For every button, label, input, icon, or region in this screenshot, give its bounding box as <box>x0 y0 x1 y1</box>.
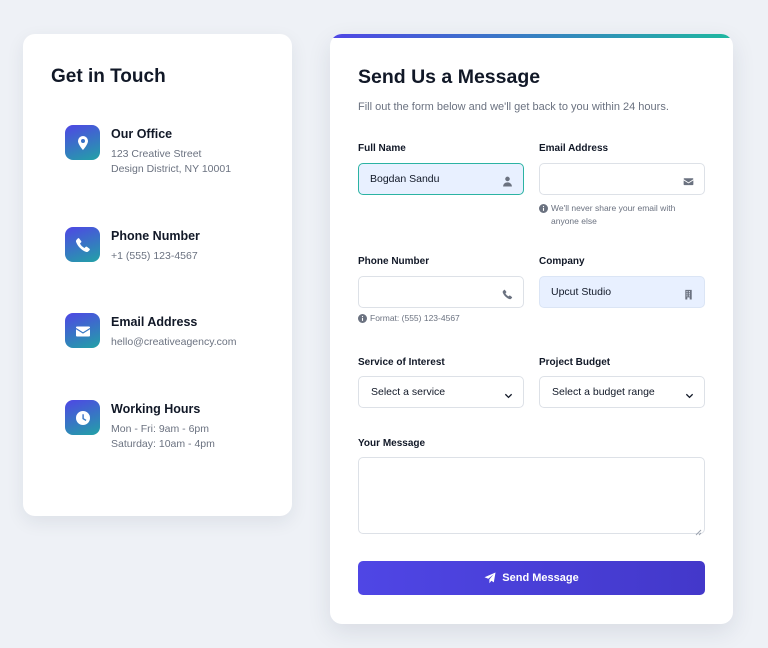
info-circle-icon <box>358 314 367 323</box>
envelope-icon <box>65 313 100 348</box>
resize-grip-icon[interactable] <box>694 523 702 536</box>
user-icon <box>502 174 513 187</box>
service-select[interactable]: Select a service <box>358 376 524 408</box>
info-line: +1 (555) 123-4567 <box>111 250 198 262</box>
info-label: Email Address <box>111 315 198 329</box>
service-field: Service of Interest Select a service <box>358 356 524 408</box>
info-label: Working Hours <box>111 402 201 416</box>
phone-input[interactable] <box>358 276 524 308</box>
chevron-down-icon <box>685 388 694 399</box>
company-label: Company <box>539 256 585 267</box>
company-value: Upcut Studio <box>551 286 612 298</box>
email-label: Email Address <box>539 143 609 154</box>
service-selected: Select a service <box>371 386 446 398</box>
full-name-value: Bogdan Sandu <box>370 173 440 185</box>
phone-icon <box>65 227 100 262</box>
phone-label: Phone Number <box>358 256 430 267</box>
info-label: Phone Number <box>111 229 200 243</box>
email-input[interactable] <box>539 163 705 195</box>
contact-info-card: Get in Touch Our Office 123 Creative Str… <box>23 34 292 516</box>
info-line: hello@creativeagency.com <box>111 336 237 348</box>
info-line: 123 Creative Street <box>111 148 202 160</box>
phone-hint: Format: (555) 123-4567 <box>358 312 524 325</box>
phone-hint-text: Format: (555) 123-4567 <box>370 313 460 323</box>
contact-form-card: Send Us a Message Fill out the form belo… <box>330 34 733 624</box>
form-title: Send Us a Message <box>358 66 541 88</box>
email-field: Email Address We'll never share your ema… <box>539 142 705 226</box>
building-icon <box>683 287 694 300</box>
send-message-button[interactable]: Send Message <box>358 561 705 595</box>
info-line: Mon - Fri: 9am - 6pm <box>111 423 210 435</box>
contact-info-title: Get in Touch <box>51 66 166 87</box>
message-label: Your Message <box>358 438 426 449</box>
send-message-label: Send Message <box>502 572 579 584</box>
full-name-input[interactable]: Bogdan Sandu <box>358 163 524 195</box>
info-circle-icon <box>539 204 548 213</box>
info-line: Saturday: 10am - 4pm <box>111 438 215 450</box>
budget-select[interactable]: Select a budget range <box>539 376 705 408</box>
company-input[interactable]: Upcut Studio <box>539 276 705 308</box>
service-label: Service of Interest <box>358 357 445 368</box>
budget-field: Project Budget Select a budget range <box>539 356 705 408</box>
info-label: Our Office <box>111 127 173 141</box>
form-subtitle: Fill out the form below and we'll get ba… <box>358 101 669 113</box>
email-hint-text: We'll never share your email with anyone… <box>551 203 676 226</box>
email-hint: We'll never share your email with anyone… <box>539 202 705 227</box>
full-name-label: Full Name <box>358 143 406 154</box>
budget-label: Project Budget <box>539 357 611 368</box>
full-name-field: Full Name Bogdan Sandu <box>358 142 524 195</box>
clock-icon <box>65 400 100 435</box>
budget-selected: Select a budget range <box>552 386 655 398</box>
chevron-down-icon <box>504 388 513 399</box>
phone-icon <box>502 287 513 300</box>
location-pin-icon <box>65 125 100 160</box>
company-field: Company Upcut Studio <box>539 255 705 308</box>
paper-plane-icon <box>484 572 496 584</box>
phone-field: Phone Number Format: (555) 123-4567 <box>358 255 524 323</box>
form-accent-bar <box>330 34 733 38</box>
envelope-icon <box>683 174 694 186</box>
info-line: Design District, NY 10001 <box>111 163 232 175</box>
message-textarea[interactable] <box>358 457 705 536</box>
